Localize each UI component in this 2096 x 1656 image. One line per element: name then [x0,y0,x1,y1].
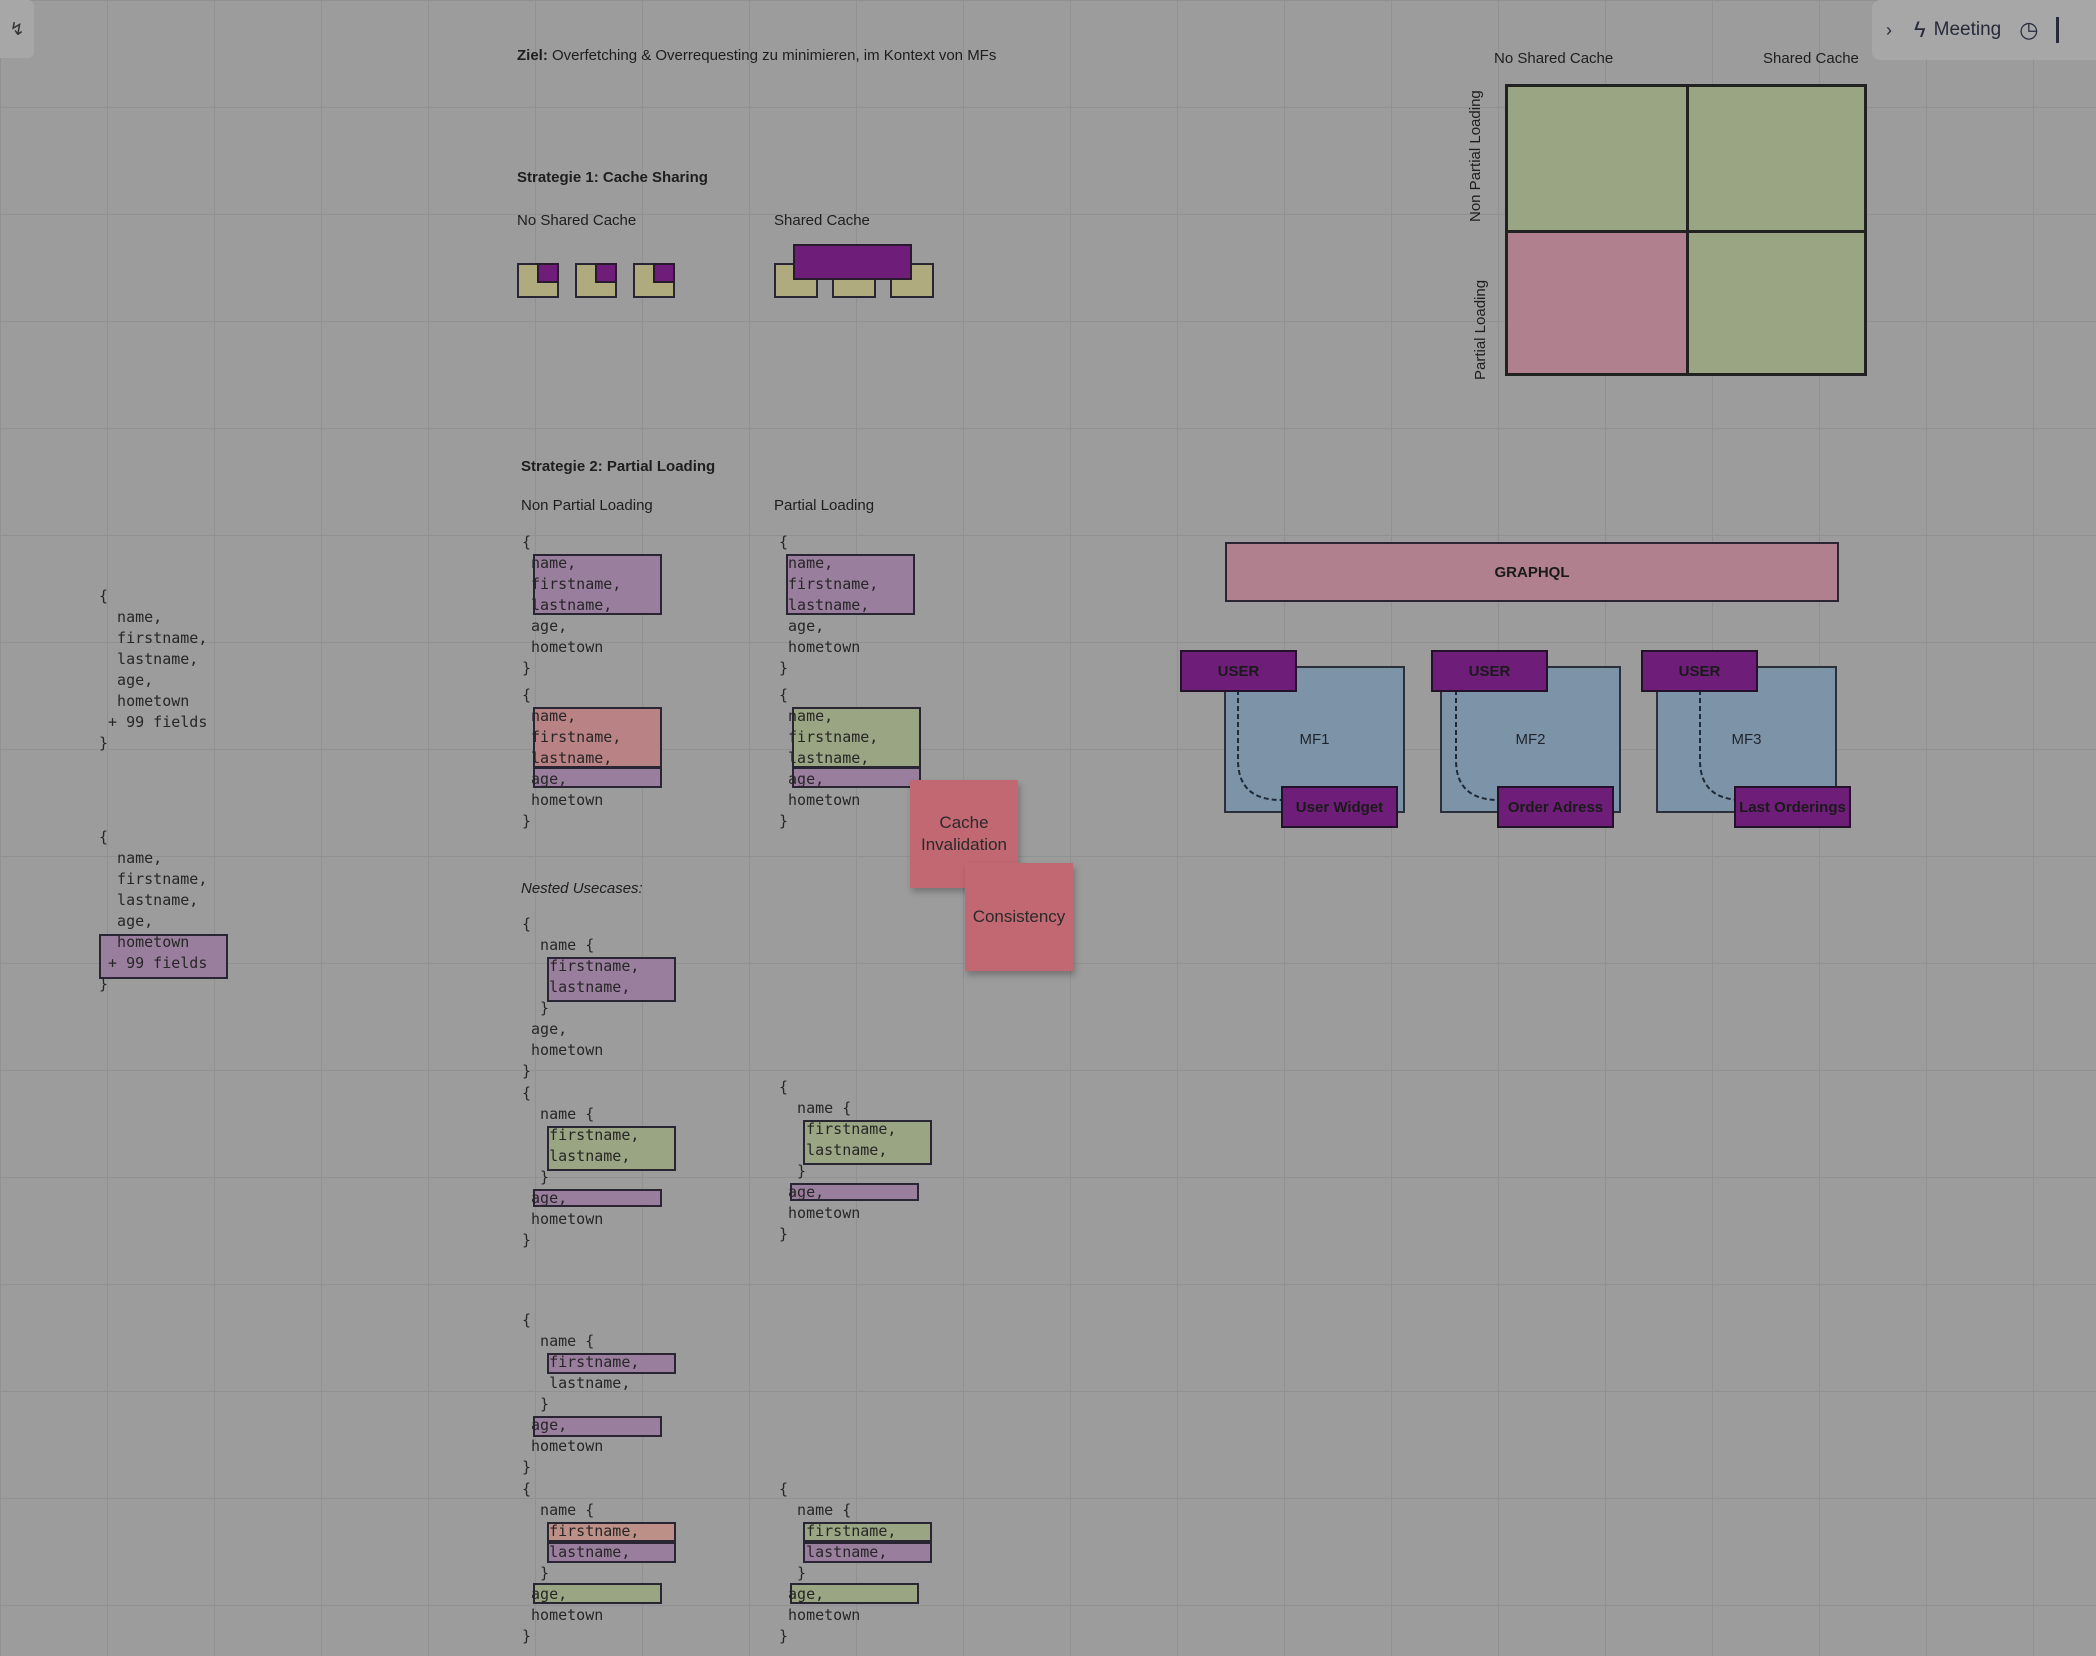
matrix-cell-sc-npl [1689,87,1864,230]
mf1-label: MF1 [1299,731,1330,748]
nested-usecases-label: Nested Usecases: [521,880,643,897]
mf1-user-tag: USER [1180,650,1297,692]
code-b4: { name, firstname, lastname, age, hometo… [779,686,879,830]
goal-body: Overfetching & Overrequesting zu minimie… [547,47,997,64]
partial-label: Partial Loading [774,497,875,514]
goal-label: Ziel: [517,47,548,64]
code-n4: { name { firstname, lastname, } age, hom… [522,1311,640,1476]
shared-cache-bar [793,244,912,280]
matrix-grid [1505,84,1867,376]
matrix-col-no-shared: No Shared Cache [1494,50,1614,67]
arrow-icon: ↯ [9,18,25,39]
strategy2-title: Strategie 2: Partial Loading [521,458,716,475]
matrix-cell-nsc-pl [1508,233,1686,373]
top-toolbar: › ϟ Meeting ◷ [1872,0,2096,60]
no-shared-cache-label: No Shared Cache [517,212,637,229]
code-n1: { name { firstname, lastname, } age, hom… [522,915,640,1080]
goal-text: Ziel: Overfetching & Overrequesting zu m… [517,47,996,64]
matrix-cell-sc-pl [1689,233,1864,373]
mf1-connector-icon [1237,690,1282,801]
code-n5: { name { firstname, lastname, } age, hom… [522,1480,640,1645]
matrix-cell-nsc-npl [1508,87,1686,230]
code-n3: { name { firstname, lastname, } age, hom… [779,1078,897,1243]
code-n2: { name { firstname, lastname, } age, hom… [522,1084,640,1249]
graphql-bar: GRAPHQL [1225,542,1839,602]
cache-box-2 [575,263,617,298]
mf2-label: MF2 [1515,731,1546,748]
collapse-panel-button[interactable]: ↯ [0,0,34,58]
divider [2056,17,2060,43]
meeting-button[interactable]: Meeting [1934,19,2002,41]
mf1-widget-tag[interactable]: User Widget [1281,786,1398,828]
cache-inner-1 [537,263,559,283]
code-b1: { name, firstname, lastname, age, hometo… [522,533,622,677]
non-partial-label: Non Partial Loading [521,497,653,514]
timer-icon[interactable]: ◷ [2019,17,2038,43]
code-b3: { name, firstname, lastname, age, hometo… [522,686,622,830]
matrix-divider-h [1508,230,1864,233]
matrix-row-partial: Partial Loading [1472,279,1489,380]
matrix-col-shared: Shared Cache [1763,50,1859,67]
cache-inner-3 [653,263,675,283]
mf2-user-tag: USER [1431,650,1548,692]
cache-box-3 [633,263,675,298]
code-left-1: { name, firstname, lastname, age, hometo… [99,587,208,752]
mf2-widget-tag[interactable]: Order Adress [1497,786,1614,828]
code-left-2: { name, firstname, lastname, age, hometo… [99,828,208,993]
code-n6: { name { firstname, lastname, } age, hom… [779,1480,897,1645]
matrix-row-non-partial: Non Partial Loading [1467,90,1484,222]
sticky-consistency[interactable]: Consistency [965,863,1073,971]
chevron-right-icon[interactable]: › [1886,20,1892,41]
mf3-user-tag: USER [1641,650,1758,692]
graphql-label: GRAPHQL [1494,563,1570,581]
mf3-widget-tag[interactable]: Last Orderings [1734,786,1851,828]
shared-cache-label: Shared Cache [774,212,870,229]
strategy1-title: Strategie 1: Cache Sharing [517,169,708,186]
cache-box-1 [517,263,559,298]
lightning-icon[interactable]: ϟ [1914,17,1926,43]
cache-inner-2 [595,263,617,283]
code-b2: { name, firstname, lastname, age, hometo… [779,533,879,677]
